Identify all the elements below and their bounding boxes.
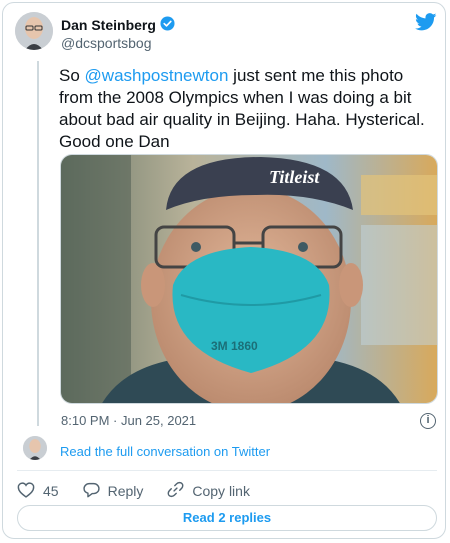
reply-avatar [23,436,47,460]
like-count: 45 [43,483,59,499]
photo-mask-text: 3M 1860 [211,339,258,353]
author-name[interactable]: Dan Steinberg [61,17,156,33]
verified-badge-icon [160,16,175,34]
copy-link-button[interactable]: Copy link [167,481,250,501]
author-avatar[interactable] [15,12,53,50]
author-handle[interactable]: @dcsportsbog [61,35,151,51]
link-icon [167,481,184,501]
speech-bubble-icon [82,482,100,501]
copy-link-label: Copy link [192,483,250,499]
full-conversation-link[interactable]: Read the full conversation on Twitter [60,444,270,459]
mention-link[interactable]: @washpostnewton [85,66,229,85]
photo-cap-text: Titleist [269,167,320,187]
heart-icon [17,481,35,501]
divider [17,470,437,471]
action-bar: 45 Reply Copy link [17,481,274,501]
reply-label: Reply [107,483,144,499]
twitter-bird-icon[interactable] [415,13,437,36]
thread-line [37,61,39,426]
like-button[interactable]: 45 [17,481,59,501]
tweet-photo[interactable]: Titleist 3M 1860 [60,154,438,404]
info-icon[interactable]: i [420,413,436,429]
read-replies-button[interactable]: Read 2 replies [17,505,437,531]
tweet-text-before: So [59,66,85,85]
tweet-card: Dan Steinberg @dcsportsbog So @washpostn… [2,2,446,539]
tweet-text: So @washpostnewton just sent me this pho… [59,65,439,153]
author-name-row[interactable]: Dan Steinberg [61,16,175,34]
reply-button[interactable]: Reply [82,482,144,501]
tweet-timestamp[interactable]: 8:10 PM · Jun 25, 2021 [61,413,196,428]
